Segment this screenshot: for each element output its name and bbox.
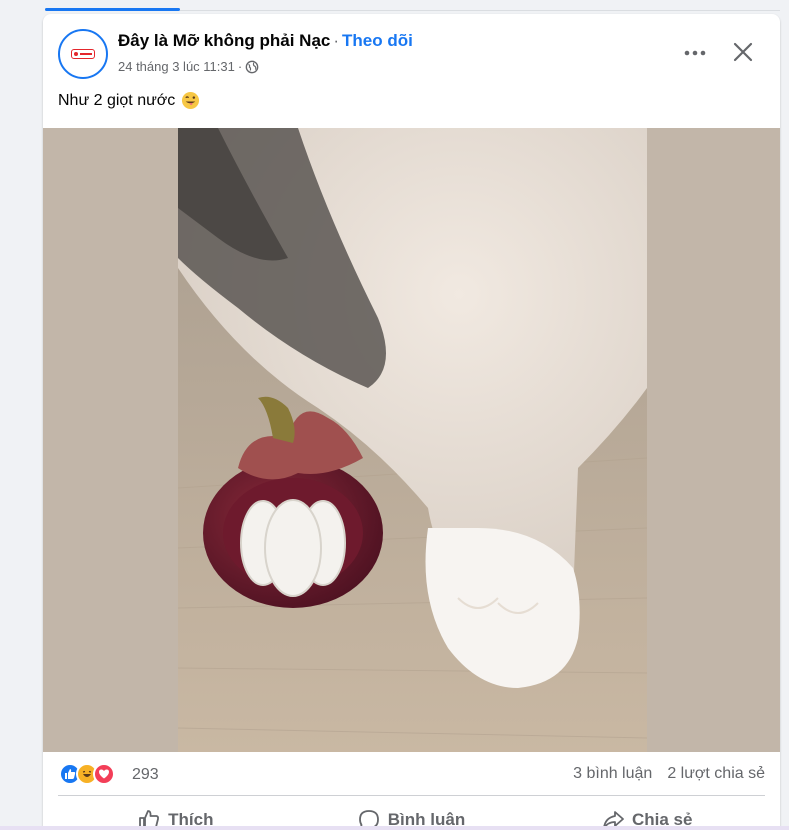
ellipsis-icon bbox=[684, 50, 706, 56]
winking-face-with-tongue-emoji bbox=[182, 91, 200, 110]
post-timestamp[interactable]: 24 tháng 3 lúc 11:31 bbox=[118, 59, 235, 74]
post-header: Đây là Mỡ không phải Nạc · Theo dõi 24 thá… bbox=[43, 14, 780, 92]
comment-count[interactable]: 3 bình luận bbox=[573, 765, 652, 783]
post-stats: 293 3 bình luận 2 lượt chia sẻ bbox=[43, 752, 780, 796]
share-count[interactable]: 2 lượt chia sẻ bbox=[667, 765, 765, 783]
follow-button[interactable]: Theo dõi bbox=[342, 31, 413, 50]
engagement-counts: 3 bình luận 2 lượt chia sẻ bbox=[573, 765, 765, 783]
post-meta: 24 tháng 3 lúc 11:31 · bbox=[118, 59, 259, 74]
name-separator: · bbox=[333, 31, 340, 50]
more-options-button[interactable] bbox=[675, 36, 715, 70]
close-button[interactable] bbox=[725, 34, 761, 70]
feed-top-strip bbox=[0, 0, 789, 12]
post-author-row: Đây là Mỡ không phải Nạc · Theo dõi bbox=[118, 31, 413, 51]
close-icon bbox=[733, 42, 753, 62]
timestamp-separator: · bbox=[237, 59, 243, 74]
reaction-icons[interactable] bbox=[59, 763, 115, 785]
post-card: Đây là Mỡ không phải Nạc · Theo dõi 24 thá… bbox=[43, 14, 780, 830]
actions-divider bbox=[58, 795, 765, 796]
post-media[interactable] bbox=[43, 128, 780, 752]
bottom-strip bbox=[0, 826, 789, 830]
love-icon bbox=[93, 763, 115, 785]
page-logo bbox=[71, 49, 95, 59]
globe-icon[interactable] bbox=[245, 60, 259, 74]
active-tab-indicator bbox=[45, 8, 180, 11]
post-photo[interactable] bbox=[178, 128, 647, 752]
reaction-count[interactable]: 293 bbox=[132, 766, 159, 784]
top-divider bbox=[180, 10, 780, 11]
caption-text: Như 2 giọt nước bbox=[58, 91, 176, 109]
page-avatar[interactable] bbox=[58, 29, 108, 79]
page-name[interactable]: Đây là Mỡ không phải Nạc bbox=[118, 31, 330, 50]
post-caption: Như 2 giọt nước bbox=[58, 91, 200, 110]
